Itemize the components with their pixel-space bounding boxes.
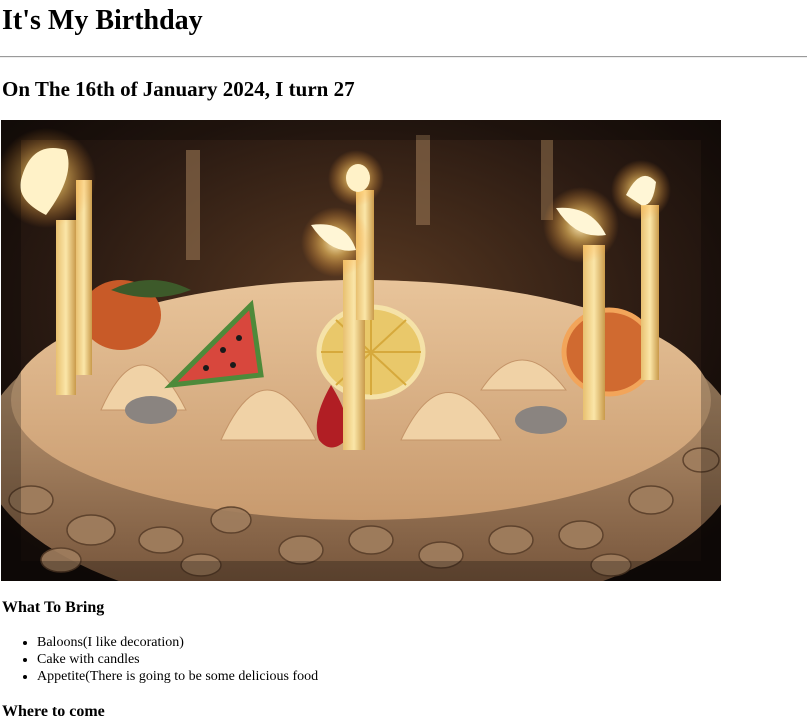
what-to-bring-list: Baloons(I like decoration) Cake with can…	[2, 634, 318, 685]
page-title: It's My Birthday	[2, 5, 203, 36]
list-item: Cake with candles	[37, 651, 318, 668]
list-item: Baloons(I like decoration)	[37, 634, 318, 651]
what-to-bring-heading: What To Bring	[2, 599, 105, 616]
list-item: Appetite(There is going to be some delic…	[37, 668, 318, 685]
birthday-cake-photo	[1, 120, 721, 581]
page-subtitle: On The 16th of January 2024, I turn 27	[2, 77, 355, 101]
where-to-come-heading: Where to come	[2, 703, 105, 720]
horizontal-divider	[0, 56, 807, 58]
